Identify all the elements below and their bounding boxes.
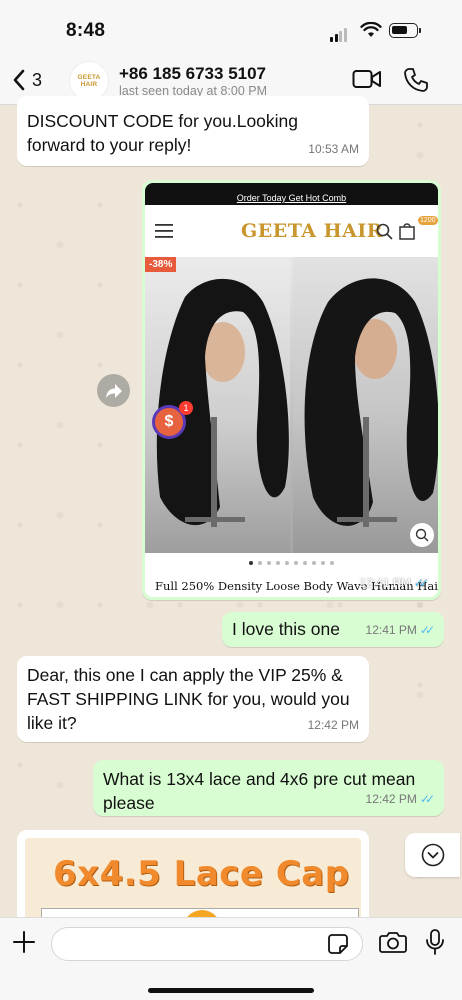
phone-call-icon[interactable] bbox=[403, 67, 429, 93]
message-input[interactable] bbox=[51, 927, 363, 961]
carousel-dot bbox=[249, 561, 253, 565]
message-time: 10:53 AM bbox=[308, 142, 359, 156]
carousel-dot bbox=[276, 561, 280, 565]
read-receipt-icon: ✓✓ bbox=[419, 623, 435, 637]
promo-link: Order Today Get Hot Comb bbox=[236, 193, 347, 203]
read-receipt-icon: ✓✓ bbox=[413, 576, 429, 590]
carousel-dot bbox=[267, 561, 271, 565]
back-button[interactable]: 3 bbox=[12, 68, 42, 92]
carousel-dot bbox=[312, 561, 316, 565]
coin-symbol: $ bbox=[164, 413, 174, 430]
contact-name[interactable]: +86 185 6733 5107 bbox=[119, 64, 266, 84]
message-time: 12:41 PM bbox=[365, 623, 417, 637]
wifi-icon bbox=[360, 22, 382, 37]
message-time: 12:42 PM bbox=[307, 718, 359, 732]
bag-icon bbox=[399, 223, 415, 240]
shop-logo: GEETA HAIR bbox=[241, 220, 384, 242]
carousel-dot bbox=[303, 561, 307, 565]
status-bar: 8:48 bbox=[0, 0, 462, 58]
chevron-left-icon bbox=[13, 69, 25, 91]
message-meta: 12:41 PM ✓✓ bbox=[365, 618, 436, 642]
zoom-icon bbox=[410, 523, 434, 547]
message-incoming[interactable]: DISCOUNT CODE for you.Looking forward to… bbox=[17, 96, 369, 166]
message-meta: 10:53 AM bbox=[308, 137, 359, 161]
message-meta: 12:41 PM ✓✓ bbox=[359, 576, 430, 590]
battery-icon bbox=[389, 23, 421, 38]
cart-badge: 1200 bbox=[418, 216, 438, 225]
plus-icon[interactable] bbox=[12, 930, 36, 954]
lace-cap-title: 6x4.5 Lace Cap bbox=[53, 854, 350, 894]
forward-icon bbox=[105, 383, 122, 398]
message-text: DISCOUNT CODE for you.Looking forward to… bbox=[27, 111, 299, 155]
microphone-icon[interactable] bbox=[425, 928, 445, 956]
cellular-signal-icon bbox=[330, 24, 348, 42]
home-indicator bbox=[148, 988, 314, 993]
product-screenshot[interactable]: Order Today Get Hot Comb GEETA HAIR 1200 bbox=[145, 183, 438, 597]
unread-count: 3 bbox=[32, 69, 43, 90]
composer-bar bbox=[0, 917, 462, 1000]
wig-silhouette-right bbox=[304, 278, 438, 527]
avatar[interactable]: GEETA HAIR bbox=[69, 61, 109, 101]
read-receipt-icon: ✓✓ bbox=[419, 792, 435, 806]
promo-banner: Order Today Get Hot Comb bbox=[145, 183, 438, 205]
discount-tag: -38% bbox=[145, 257, 177, 272]
message-incoming-image[interactable]: 6x4.5 Lace Cap bbox=[17, 830, 369, 917]
video-call-icon[interactable] bbox=[352, 68, 382, 90]
message-outgoing-image[interactable]: Order Today Get Hot Comb GEETA HAIR 1200 bbox=[142, 180, 441, 600]
forward-button[interactable] bbox=[97, 374, 130, 407]
promo-top-text bbox=[145, 183, 438, 193]
message-outgoing[interactable]: I love this one 12:41 PM ✓✓ bbox=[222, 612, 444, 647]
carousel-dot bbox=[330, 561, 334, 565]
avatar-logo-text: GEETA HAIR bbox=[77, 74, 101, 88]
menu-icon bbox=[155, 224, 173, 238]
search-icon bbox=[376, 223, 393, 240]
message-incoming[interactable]: Dear, this one I can apply the VIP 25% &… bbox=[17, 656, 369, 742]
message-outgoing[interactable]: What is 13x4 lace and 4x6 pre cut mean p… bbox=[93, 760, 444, 816]
message-meta: 12:42 PM bbox=[308, 713, 359, 737]
sticker-icon[interactable] bbox=[327, 933, 349, 955]
carousel-dot bbox=[294, 561, 298, 565]
camera-icon[interactable] bbox=[379, 930, 407, 954]
message-time: 12:42 PM bbox=[365, 792, 417, 806]
shop-navbar: GEETA HAIR 1200 bbox=[145, 205, 438, 257]
status-time: 8:48 bbox=[66, 20, 106, 41]
message-text: I love this one bbox=[232, 619, 340, 639]
carousel-dot bbox=[258, 561, 262, 565]
message-time: 12:41 PM bbox=[359, 576, 411, 590]
scroll-to-bottom-button[interactable] bbox=[405, 833, 460, 877]
carousel-dot bbox=[285, 561, 289, 565]
chevron-down-icon bbox=[421, 843, 444, 867]
carousel-dots bbox=[145, 561, 438, 565]
lace-cap-image: 6x4.5 Lace Cap bbox=[25, 838, 361, 917]
carousel-dot bbox=[321, 561, 325, 565]
coin-badge: 1 bbox=[179, 401, 193, 415]
message-meta: 12:42 PM ✓✓ bbox=[365, 787, 436, 811]
model-photo-right bbox=[293, 257, 438, 553]
